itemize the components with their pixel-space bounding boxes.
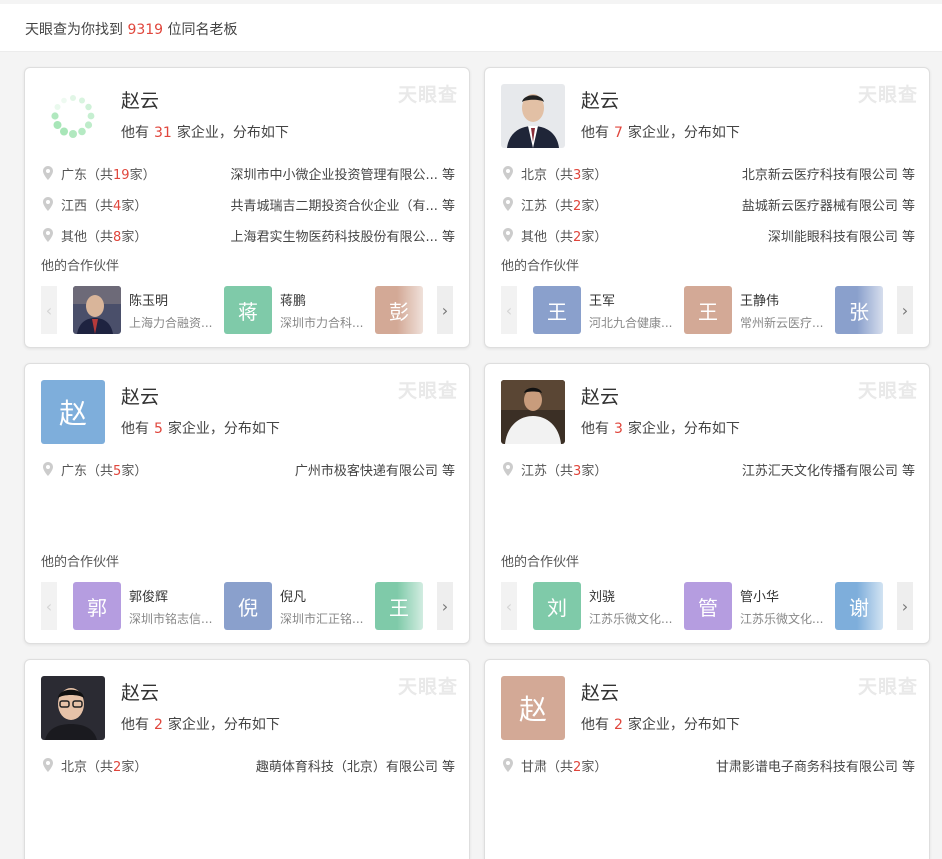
partner-carousel: ‹ 刘 刘骁 江苏乐微文化... 管 管小华 江苏乐微文化... 谢 › [501, 582, 913, 630]
partner-avatar: 倪 [224, 582, 272, 630]
loading-spinner-icon [41, 84, 105, 148]
location-pin-icon [503, 166, 513, 180]
location-row: 其他（共2家） 深圳能眼科技有限公司 等 [503, 226, 915, 246]
location-row: 广东（共19家） 深圳市中小微企业投资管理有限公... 等 [43, 164, 455, 184]
company-count: 他有 31 家企业，分布如下 [121, 125, 289, 141]
person-photo [41, 676, 105, 740]
person-name[interactable]: 赵云 [581, 86, 619, 113]
location-pin-icon [43, 228, 53, 242]
person-name[interactable]: 赵云 [581, 678, 619, 705]
summary-suffix: 位同名老板 [167, 22, 238, 38]
person-avatar: 赵 [501, 676, 565, 740]
boss-card[interactable]: 赵 天眼查 赵云 他有 5 家企业，分布如下 广东（共5家） 广州市极客快递有限公司… [24, 363, 470, 644]
location-row: 江西（共4家） 共青城瑞吉二期投资合伙企业（有... 等 [43, 195, 455, 215]
boss-card[interactable]: 天眼查 赵云 他有 31 家企业，分布如下 广东（共19家） 深圳市中小微企业投资管… [24, 67, 470, 348]
partners-title: 他的合作伙伴 [501, 555, 580, 570]
company-count: 他有 7 家企业，分布如下 [581, 125, 740, 141]
company-link[interactable]: 趣萌体育科技（北京）有限公司 等 [256, 756, 455, 775]
watermark: 天眼查 [857, 676, 918, 698]
boss-card[interactable]: 赵 天眼查 赵云 他有 2 家企业，分布如下 甘肃（共2家） 甘肃影谱电子商务科技有… [484, 659, 930, 859]
location-pin-icon [503, 197, 513, 211]
prev-arrow-icon[interactable]: ‹ [41, 582, 57, 630]
company-count: 他有 2 家企业，分布如下 [581, 717, 740, 733]
location-pin-icon [43, 758, 53, 772]
next-arrow-icon[interactable]: › [437, 582, 453, 630]
person-name[interactable]: 赵云 [121, 86, 159, 113]
boss-card[interactable]: 天眼查 赵云 他有 3 家企业，分布如下 江苏（共3家） 江苏汇天文化传播有限公司 … [484, 363, 930, 644]
location-pin-icon [503, 758, 513, 772]
watermark: 天眼查 [397, 380, 458, 402]
person-name[interactable]: 赵云 [581, 382, 619, 409]
partner-item[interactable]: 郭 郭俊辉 深圳市铭志信... [73, 582, 213, 630]
person-avatar: 赵 [41, 380, 105, 444]
summary-prefix: 天眼查为你找到 [25, 22, 123, 38]
partners-title: 他的合作伙伴 [41, 555, 120, 570]
next-arrow-icon[interactable]: › [897, 286, 913, 334]
company-count: 他有 3 家企业，分布如下 [581, 421, 740, 437]
location-row: 北京（共2家） 趣萌体育科技（北京）有限公司 等 [43, 756, 455, 776]
partner-item[interactable]: 倪 倪凡 深圳市汇正铭... [224, 582, 364, 630]
boss-card[interactable]: 天眼查 赵云 他有 7 家企业，分布如下 北京（共3家） 北京新云医疗科技有限公司 … [484, 67, 930, 348]
watermark: 天眼查 [397, 84, 458, 106]
location-row: 江苏（共2家） 盐城新云医疗器械有限公司 等 [503, 195, 915, 215]
partner-avatar: 蒋 [224, 286, 272, 334]
company-count: 他有 5 家企业，分布如下 [121, 421, 280, 437]
partners-title: 他的合作伙伴 [501, 259, 580, 274]
location-row: 甘肃（共2家） 甘肃影谱电子商务科技有限公司 等 [503, 756, 915, 776]
company-link[interactable]: 上海君实生物医药科技股份有限公... 等 [230, 226, 455, 245]
partner-avatar: 郭 [73, 582, 121, 630]
location-row: 广东（共5家） 广州市极客快递有限公司 等 [43, 460, 455, 480]
watermark: 天眼查 [397, 676, 458, 698]
prev-arrow-icon[interactable]: ‹ [501, 286, 517, 334]
location-row: 北京（共3家） 北京新云医疗科技有限公司 等 [503, 164, 915, 184]
location-pin-icon [503, 228, 513, 242]
partner-carousel: ‹ 王 王军 河北九合健康... 王 王静伟 常州新云医疗... 张 › [501, 286, 913, 334]
person-photo [501, 380, 565, 444]
location-row: 其他（共8家） 上海君实生物医药科技股份有限公... 等 [43, 226, 455, 246]
company-link[interactable]: 江苏汇天文化传播有限公司 等 [742, 460, 915, 479]
location-pin-icon [43, 462, 53, 476]
partner-item[interactable]: 陈玉明 上海力合融资... [73, 286, 213, 334]
person-name[interactable]: 赵云 [121, 382, 159, 409]
location-pin-icon [43, 197, 53, 211]
company-link[interactable]: 共青城瑞吉二期投资合伙企业（有... 等 [230, 195, 455, 214]
partner-avatar: 王 [684, 286, 732, 334]
partners-title: 他的合作伙伴 [41, 259, 120, 274]
partner-item[interactable]: 刘 刘骁 江苏乐微文化... [533, 582, 673, 630]
company-link[interactable]: 深圳能眼科技有限公司 等 [768, 226, 915, 245]
partner-avatar: 王 [533, 286, 581, 334]
partner-item[interactable]: 蒋 蒋鹏 深圳市力合科... [224, 286, 364, 334]
partner-photo [73, 286, 121, 334]
company-count: 他有 2 家企业，分布如下 [121, 717, 280, 733]
company-link[interactable]: 广州市极客快递有限公司 等 [295, 460, 455, 479]
next-arrow-icon[interactable]: › [437, 286, 453, 334]
partner-item[interactable]: 王 王静伟 常州新云医疗... [684, 286, 824, 334]
location-pin-icon [503, 462, 513, 476]
partner-avatar: 管 [684, 582, 732, 630]
result-summary: 天眼查为你找到 9319 位同名老板 [0, 4, 942, 52]
prev-arrow-icon[interactable]: ‹ [501, 582, 517, 630]
watermark: 天眼查 [857, 84, 918, 106]
company-link[interactable]: 盐城新云医疗器械有限公司 等 [742, 195, 915, 214]
next-arrow-icon[interactable]: › [897, 582, 913, 630]
result-count: 9319 [127, 22, 164, 38]
partner-carousel: ‹ 郭 郭俊辉 深圳市铭志信... 倪 倪凡 深圳市汇正铭... 王 › [41, 582, 453, 630]
location-pin-icon [43, 166, 53, 180]
person-name[interactable]: 赵云 [121, 678, 159, 705]
partner-item[interactable]: 王 王军 河北九合健康... [533, 286, 673, 334]
company-link[interactable]: 北京新云医疗科技有限公司 等 [742, 164, 915, 183]
location-row: 江苏（共3家） 江苏汇天文化传播有限公司 等 [503, 460, 915, 480]
company-link[interactable]: 甘肃影谱电子商务科技有限公司 等 [716, 756, 915, 775]
watermark: 天眼查 [857, 380, 918, 402]
partner-item[interactable]: 管 管小华 江苏乐微文化... [684, 582, 824, 630]
prev-arrow-icon[interactable]: ‹ [41, 286, 57, 334]
person-photo [501, 84, 565, 148]
partner-avatar: 刘 [533, 582, 581, 630]
partner-carousel: ‹ 陈玉明 上海力合融资... 蒋 蒋鹏 深圳市力合科... 彭 › [41, 286, 453, 334]
boss-card[interactable]: 天眼查 赵云 他有 2 家企业，分布如下 北京（共2家） 趣萌体育科技（北京）有限公… [24, 659, 470, 859]
company-link[interactable]: 深圳市中小微企业投资管理有限公... 等 [230, 164, 455, 183]
